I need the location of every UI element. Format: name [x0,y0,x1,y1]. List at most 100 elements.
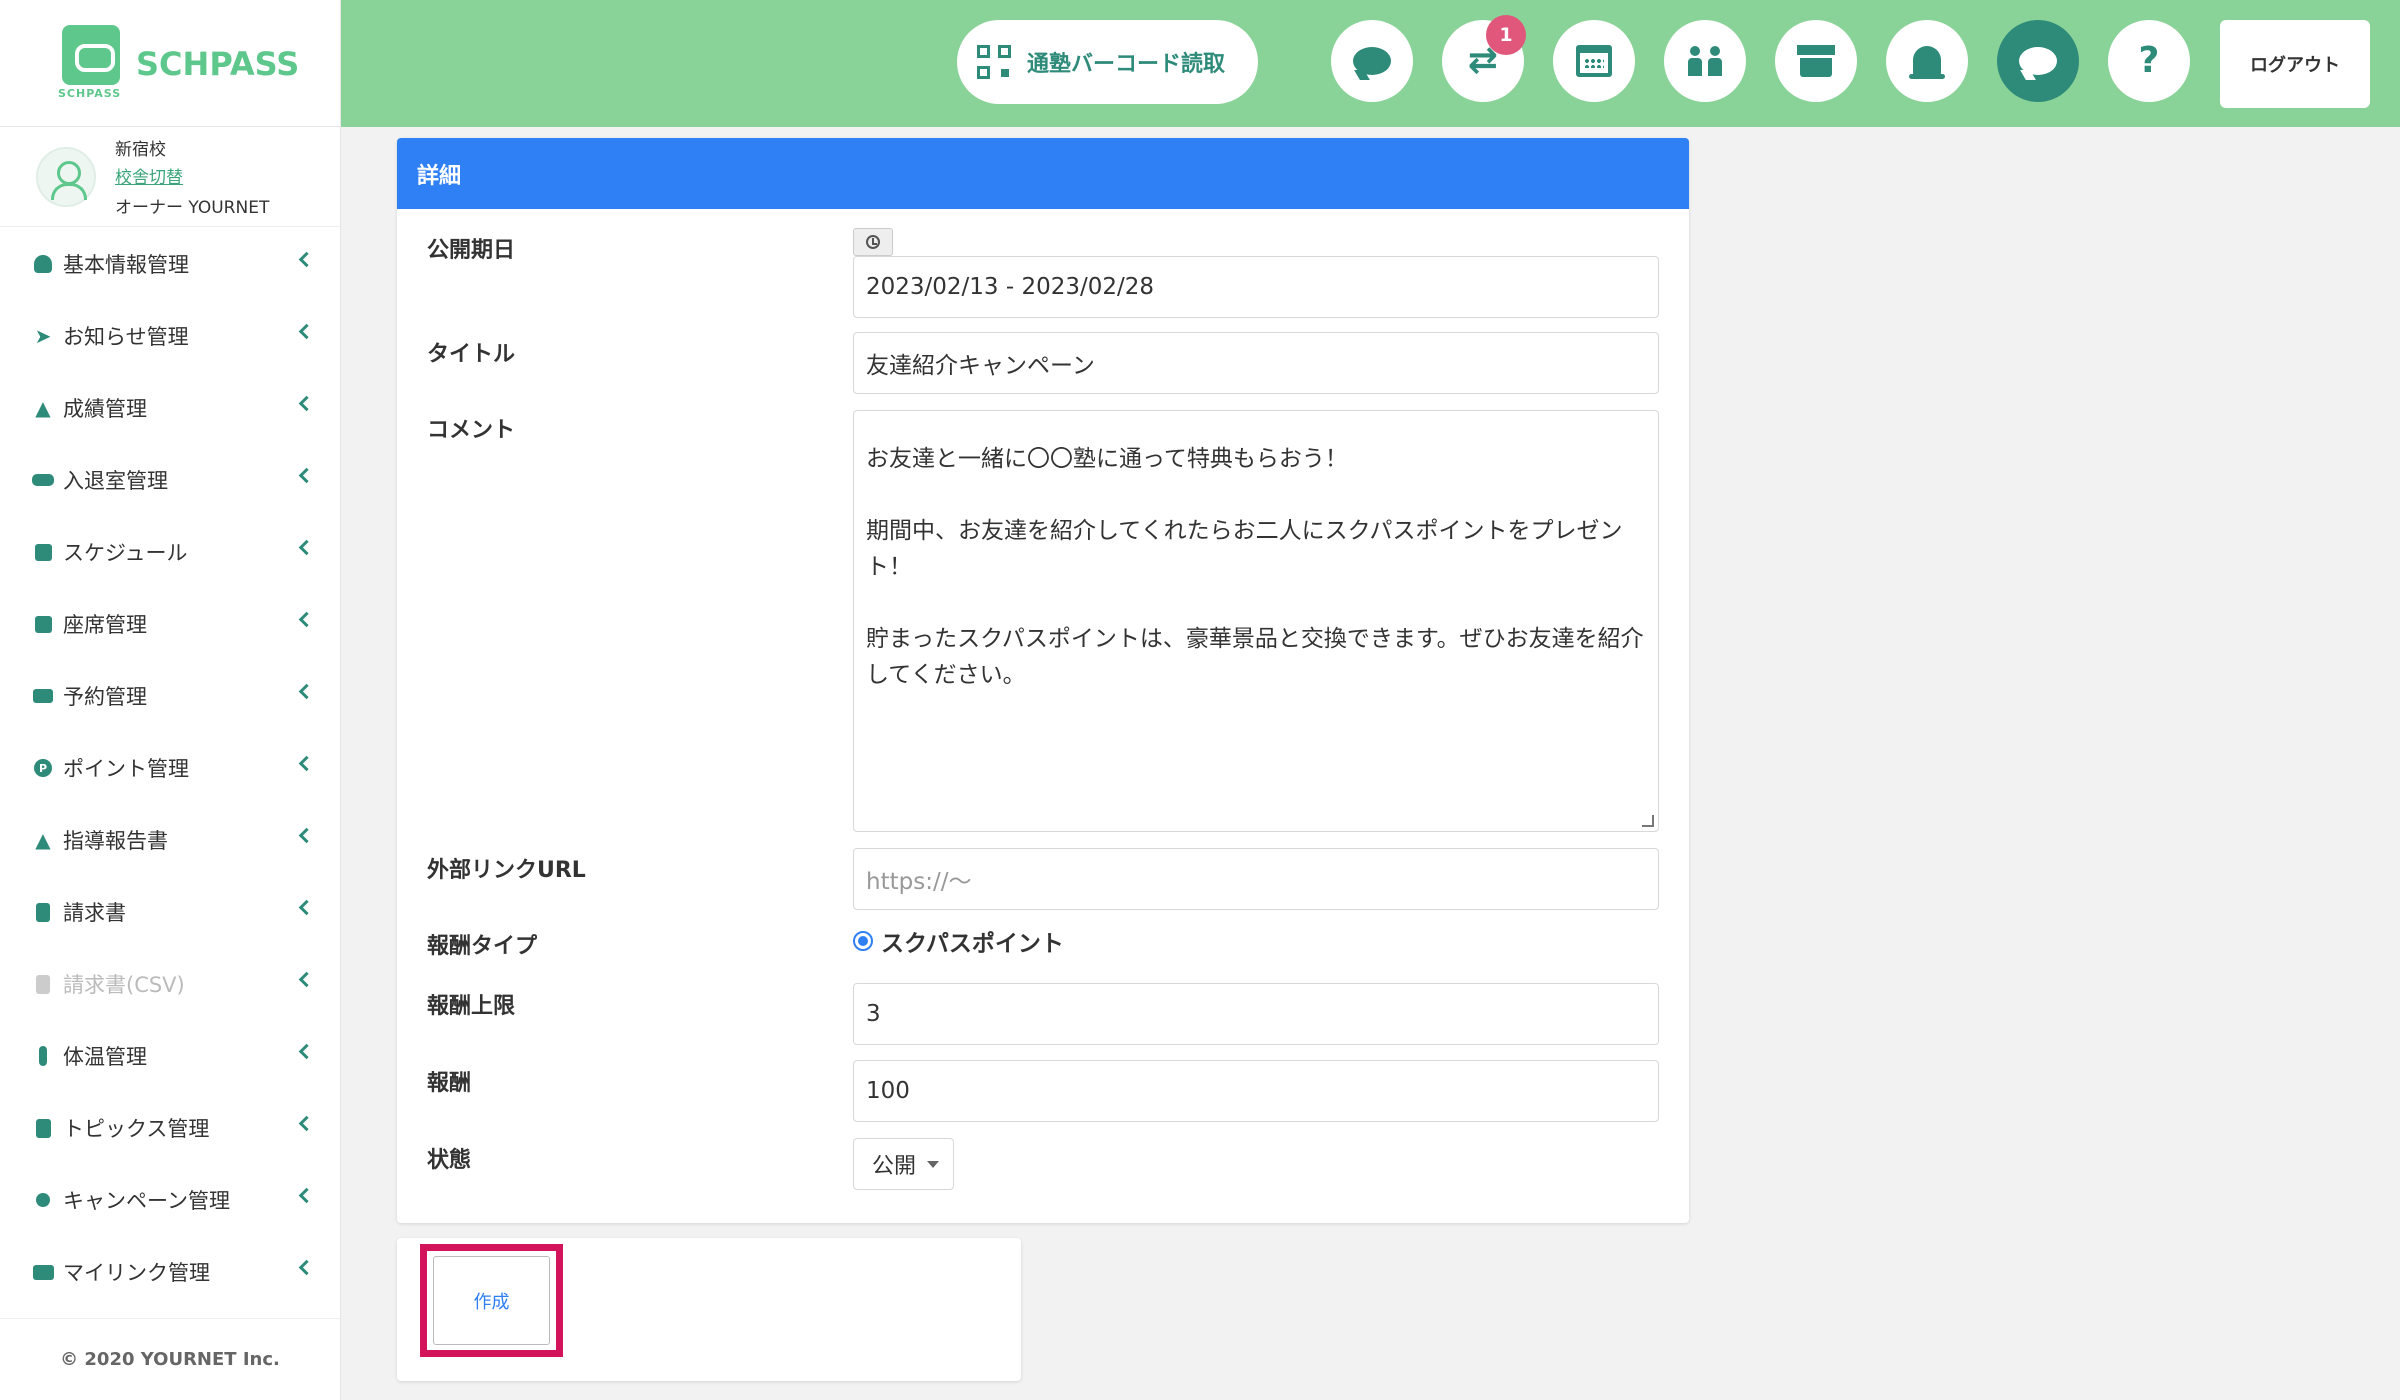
title-input[interactable]: 友達紹介キャンペーン [853,332,1659,394]
status-select[interactable]: 公開 [853,1138,954,1190]
sidebar-item-basic-info[interactable]: 基本情報管理 [0,228,340,300]
sidebar-item-my-links[interactable]: マイリンク管理 [0,1236,340,1308]
sidebar-item-temperature[interactable]: 体温管理 [0,1020,340,1092]
external-url-label: 外部リンクURL [427,858,586,883]
gift-button[interactable] [1775,20,1857,102]
reward-label: 報酬 [427,1071,472,1096]
sidebar-item-campaigns[interactable]: キャンペーン管理 [0,1164,340,1236]
period-label: 公開期日 [427,238,516,263]
graduation-cap-icon: ▲ [35,828,51,852]
reward-input[interactable]: 100 [853,1060,1659,1122]
sidebar-item-label: 請求書 [63,901,126,925]
sidebar-item-label: 入退室管理 [63,469,168,493]
person-icon [32,253,54,275]
sidebar-item-reservations[interactable]: 予約管理 [0,660,340,732]
highlight-frame: 作成 [420,1244,563,1357]
top-header: 通塾バーコード読取 ⇄ 1 ? ログアウト [341,0,2400,127]
comment-text: お友達と一緒に〇〇塾に通って特典もらおう！ 期間中、お友達を紹介してくれたらお二… [866,446,1644,688]
chevron-left-icon [298,971,315,988]
clock-toggle-button[interactable] [853,228,893,256]
sidebar-item-seats[interactable]: 座席管理 [0,588,340,660]
calendar-check-icon [32,541,54,563]
gift-icon [1797,45,1835,77]
speech-bubble-icon [2019,47,2057,75]
comment-textarea[interactable]: お友達と一緒に〇〇塾に通って特典もらおう！ 期間中、お友達を紹介してくれたらお二… [853,410,1659,832]
school-avatar-icon [36,147,96,207]
help-button[interactable]: ? [2108,20,2190,102]
chevron-left-icon [298,467,315,484]
barcode-scan-button[interactable]: 通塾バーコード読取 [957,20,1258,104]
chat-button[interactable] [1331,20,1413,102]
chevron-left-icon [298,1043,315,1060]
sidebar-item-points[interactable]: P ポイント管理 [0,732,340,804]
resize-handle-icon[interactable] [1642,815,1654,827]
message-button[interactable] [1997,20,2079,102]
chalkboard-icon [32,685,54,707]
sidebar-item-schedule[interactable]: スケジュール [0,516,340,588]
logo-mark-icon [62,25,120,85]
radio-selected-icon[interactable] [853,931,873,951]
chevron-left-icon [298,683,315,700]
school-name: 新宿校 [115,140,166,160]
sidebar-item-guidance-reports[interactable]: ▲ 指導報告書 [0,804,340,876]
school-owner: オーナー YOURNET [115,198,270,218]
calendar-icon [1576,45,1612,77]
users-button[interactable] [1664,20,1746,102]
barcode-scan-label: 通塾バーコード読取 [1027,52,1226,77]
comment-label: コメント [427,418,516,443]
detail-card: 詳細 公開期日 2023/02/13 - 2023/02/28 タイトル 友達紹… [397,138,1689,1223]
external-url-input[interactable]: https://〜 [853,848,1659,910]
sidebar-item-entry-exit[interactable]: 入退室管理 [0,444,340,516]
school-info: 新宿校 校舎切替 オーナー YOURNET [0,127,340,227]
car-icon [32,469,54,491]
chevron-left-icon [298,899,315,916]
question-icon: ? [2138,40,2160,81]
sidebar-item-label: ポイント管理 [63,757,189,781]
calendar-button[interactable] [1553,20,1635,102]
sidebar-item-topics[interactable]: トピックス管理 [0,1092,340,1164]
create-button[interactable]: 作成 [433,1256,550,1345]
status-selected-value: 公開 [872,1154,917,1179]
chevron-left-icon [298,395,315,412]
sidebar-item-invoices[interactable]: 請求書 [0,876,340,948]
logout-button[interactable]: ログアウト [2220,20,2370,108]
bell-button[interactable] [1886,20,1968,102]
period-input[interactable]: 2023/02/13 - 2023/02/28 [853,256,1659,318]
sidebar-item-grades[interactable]: ▲ 成績管理 [0,372,340,444]
school-switch-link[interactable]: 校舎切替 [115,163,183,188]
sidebar-item-label: 請求書(CSV) [63,973,185,997]
sidebar: SCHPASS SCHPASS 新宿校 校舎切替 オーナー YOURNET 基本… [0,0,341,1400]
paper-plane-icon: ➤ [34,324,52,348]
sidebar-item-label: 成績管理 [63,397,147,421]
book-icon [32,1117,54,1139]
card-title: 詳細 [417,163,462,189]
reward-type-label: 報酬タイプ [427,934,538,959]
sidebar-item-label: 予約管理 [63,685,147,709]
app-logo[interactable]: SCHPASS SCHPASS [0,0,340,127]
clock-icon [866,235,880,249]
notification-badge: 1 [1486,15,1526,55]
people-icon [1688,46,1722,76]
id-card-icon [32,1261,54,1283]
action-card: 作成 [397,1238,1021,1381]
award-icon [32,1189,54,1211]
card-header: 詳細 [397,138,1689,209]
bell-icon [1909,46,1945,79]
copyright: © 2020 YOURNET Inc. [0,1318,340,1400]
sidebar-item-label: マイリンク管理 [63,1261,210,1285]
transfer-button[interactable]: ⇄ 1 [1442,15,1526,102]
sidebar-item-invoices-csv[interactable]: 請求書(CSV) [0,948,340,1020]
sidebar-item-notices[interactable]: ➤ お知らせ管理 [0,300,340,372]
reward-limit-input[interactable]: 3 [853,983,1659,1045]
reward-limit-label: 報酬上限 [427,994,516,1019]
sidebar-item-label: キャンペーン管理 [63,1189,230,1213]
chat-bubble-icon [1353,47,1391,75]
logo-subtext: SCHPASS [58,87,122,100]
sidebar-item-label: スケジュール [63,541,188,565]
chevron-left-icon [298,323,315,340]
sidebar-item-label: 基本情報管理 [63,253,189,277]
p-coin-icon: P [32,757,54,779]
calendar-grid-icon [32,613,54,635]
reward-type-radio[interactable]: スクパスポイント [853,924,1064,958]
chevron-left-icon [298,1115,315,1132]
